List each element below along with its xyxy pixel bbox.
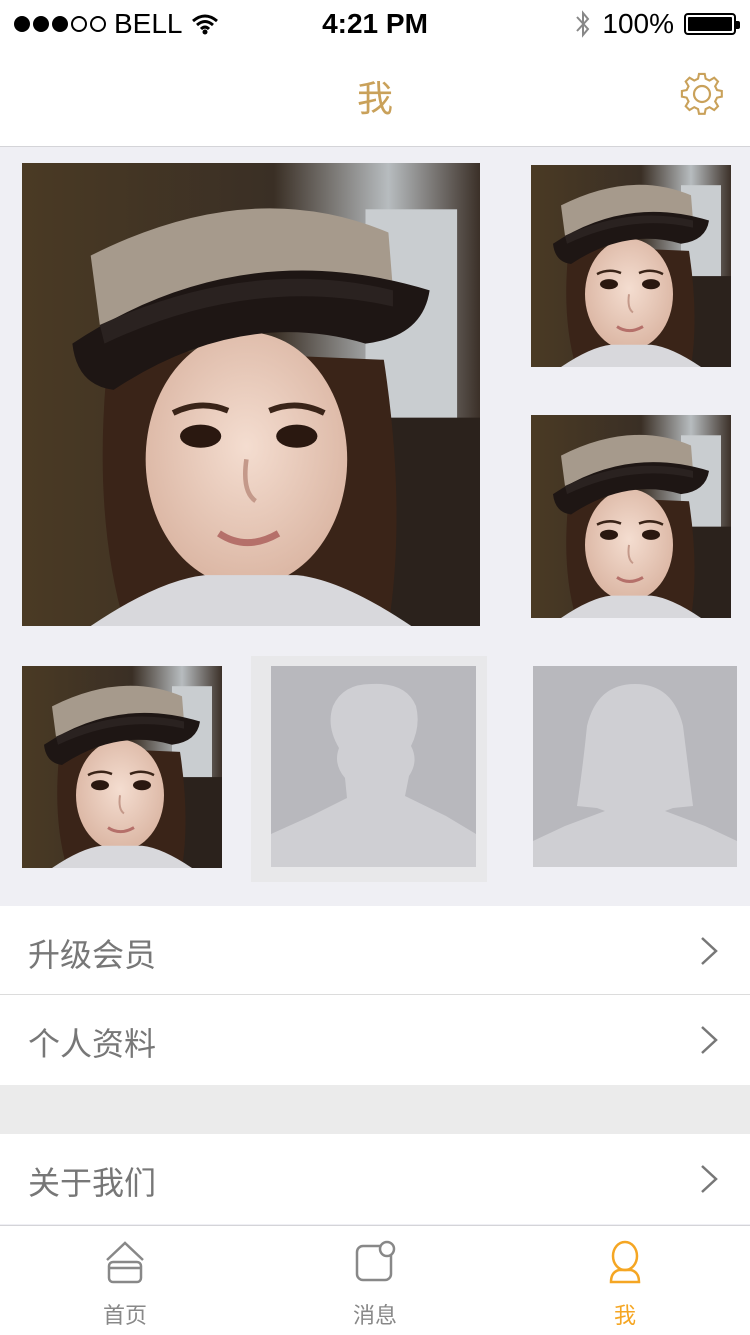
- message-icon: [355, 1240, 396, 1282]
- chevron-right-icon: [701, 1165, 718, 1193]
- menu-item-personal-info[interactable]: 个人资料: [0, 995, 750, 1084]
- photo-thumbnail-3[interactable]: [22, 666, 222, 868]
- section-separator: [0, 1085, 750, 1134]
- status-right: 100%: [574, 8, 740, 40]
- photo-thumbnail-1[interactable]: [531, 165, 731, 367]
- menu-item-label: 关于我们: [28, 1164, 157, 1202]
- male-avatar-icon: [271, 683, 476, 867]
- tab-messages[interactable]: 消息: [250, 1226, 500, 1335]
- home-icon: [106, 1241, 144, 1284]
- battery-percentage: 100%: [602, 8, 674, 39]
- menu-group-about: 关于我们: [0, 1134, 750, 1224]
- menu-group-account: 升级会员 个人资料: [0, 906, 750, 1085]
- tab-label: 首页: [102, 1304, 147, 1329]
- menu-item-label: 个人资料: [28, 1025, 157, 1063]
- status-bar: BELL 4:21 PM 100%: [0, 0, 750, 48]
- bluetooth-icon: [576, 10, 590, 38]
- menu-item-upgrade-membership[interactable]: 升级会员: [0, 906, 750, 995]
- menu-item-label: 升级会员: [28, 936, 157, 974]
- tab-me[interactable]: 我: [500, 1226, 750, 1335]
- menu-item-about-us[interactable]: 关于我们: [0, 1134, 750, 1223]
- female-avatar-icon: [533, 684, 737, 867]
- person-icon: [609, 1240, 641, 1284]
- photo-thumbnail-2[interactable]: [531, 415, 731, 618]
- settings-button[interactable]: [680, 72, 724, 116]
- chevron-right-icon: [701, 937, 718, 965]
- tab-bar: 首页 消息 我: [0, 1225, 750, 1335]
- chevron-right-icon: [701, 1026, 718, 1054]
- add-photo-female-placeholder[interactable]: [533, 666, 737, 867]
- navigation-bar: 我: [0, 48, 750, 147]
- gear-icon: [680, 72, 723, 115]
- battery-icon: [684, 13, 740, 35]
- tab-label: 消息: [352, 1304, 397, 1329]
- add-photo-male-placeholder[interactable]: [271, 666, 476, 867]
- page-title: 我: [356, 79, 393, 120]
- photo-main[interactable]: [22, 163, 480, 626]
- tab-home[interactable]: 首页: [0, 1226, 250, 1335]
- tab-label: 我: [613, 1304, 636, 1329]
